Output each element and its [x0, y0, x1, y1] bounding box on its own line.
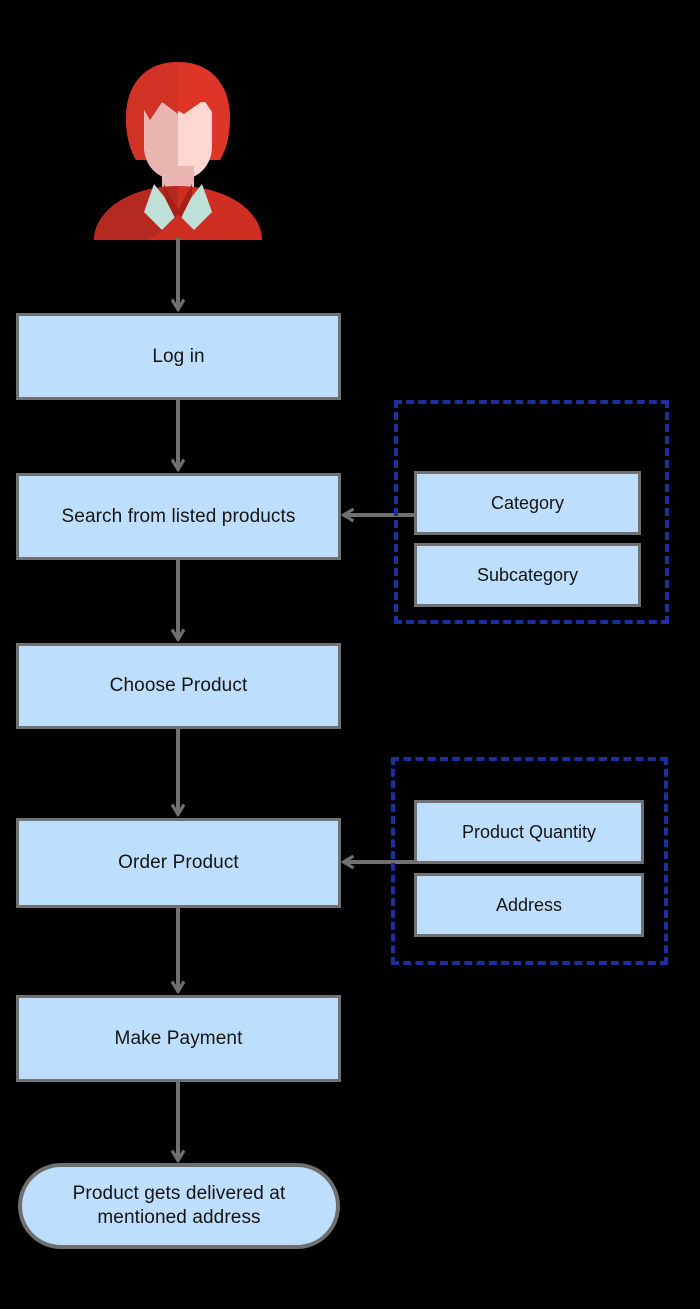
flow-node-choose-product[interactable]: Choose Product: [16, 643, 341, 729]
sub-node-subcategory-label: Subcategory: [476, 565, 579, 585]
flow-node-log-in-label: Log in: [152, 345, 205, 367]
sub-node-category-label: Category: [490, 493, 565, 513]
flowchart-canvas: Log in Search from listed products Choos…: [0, 0, 700, 1309]
flow-node-make-payment-label: Make Payment: [114, 1027, 243, 1049]
flow-node-delivered-label: Product gets delivered at mentioned addr…: [72, 1183, 286, 1228]
flow-node-make-payment[interactable]: Make Payment: [16, 995, 341, 1082]
user-avatar-icon: [94, 62, 262, 240]
sub-node-address[interactable]: Address: [414, 873, 644, 937]
user-avatar: [88, 62, 268, 240]
sub-node-product-quantity-label: Product Quantity: [461, 822, 597, 842]
flow-node-order-product-label: Order Product: [118, 852, 239, 873]
sub-node-subcategory[interactable]: Subcategory: [414, 543, 641, 607]
flow-node-delivered[interactable]: Product gets delivered at mentioned addr…: [18, 1163, 340, 1249]
flow-node-order-product[interactable]: Order Product: [16, 818, 341, 908]
flow-node-log-in[interactable]: Log in: [16, 313, 341, 400]
flow-node-search[interactable]: Search from listed products: [16, 473, 341, 560]
flow-node-search-label: Search from listed products: [61, 505, 296, 527]
sub-node-category[interactable]: Category: [414, 471, 641, 535]
flow-node-choose-product-label: Choose Product: [109, 675, 248, 696]
sub-node-product-quantity[interactable]: Product Quantity: [414, 800, 644, 864]
sub-node-address-label: Address: [495, 895, 563, 915]
